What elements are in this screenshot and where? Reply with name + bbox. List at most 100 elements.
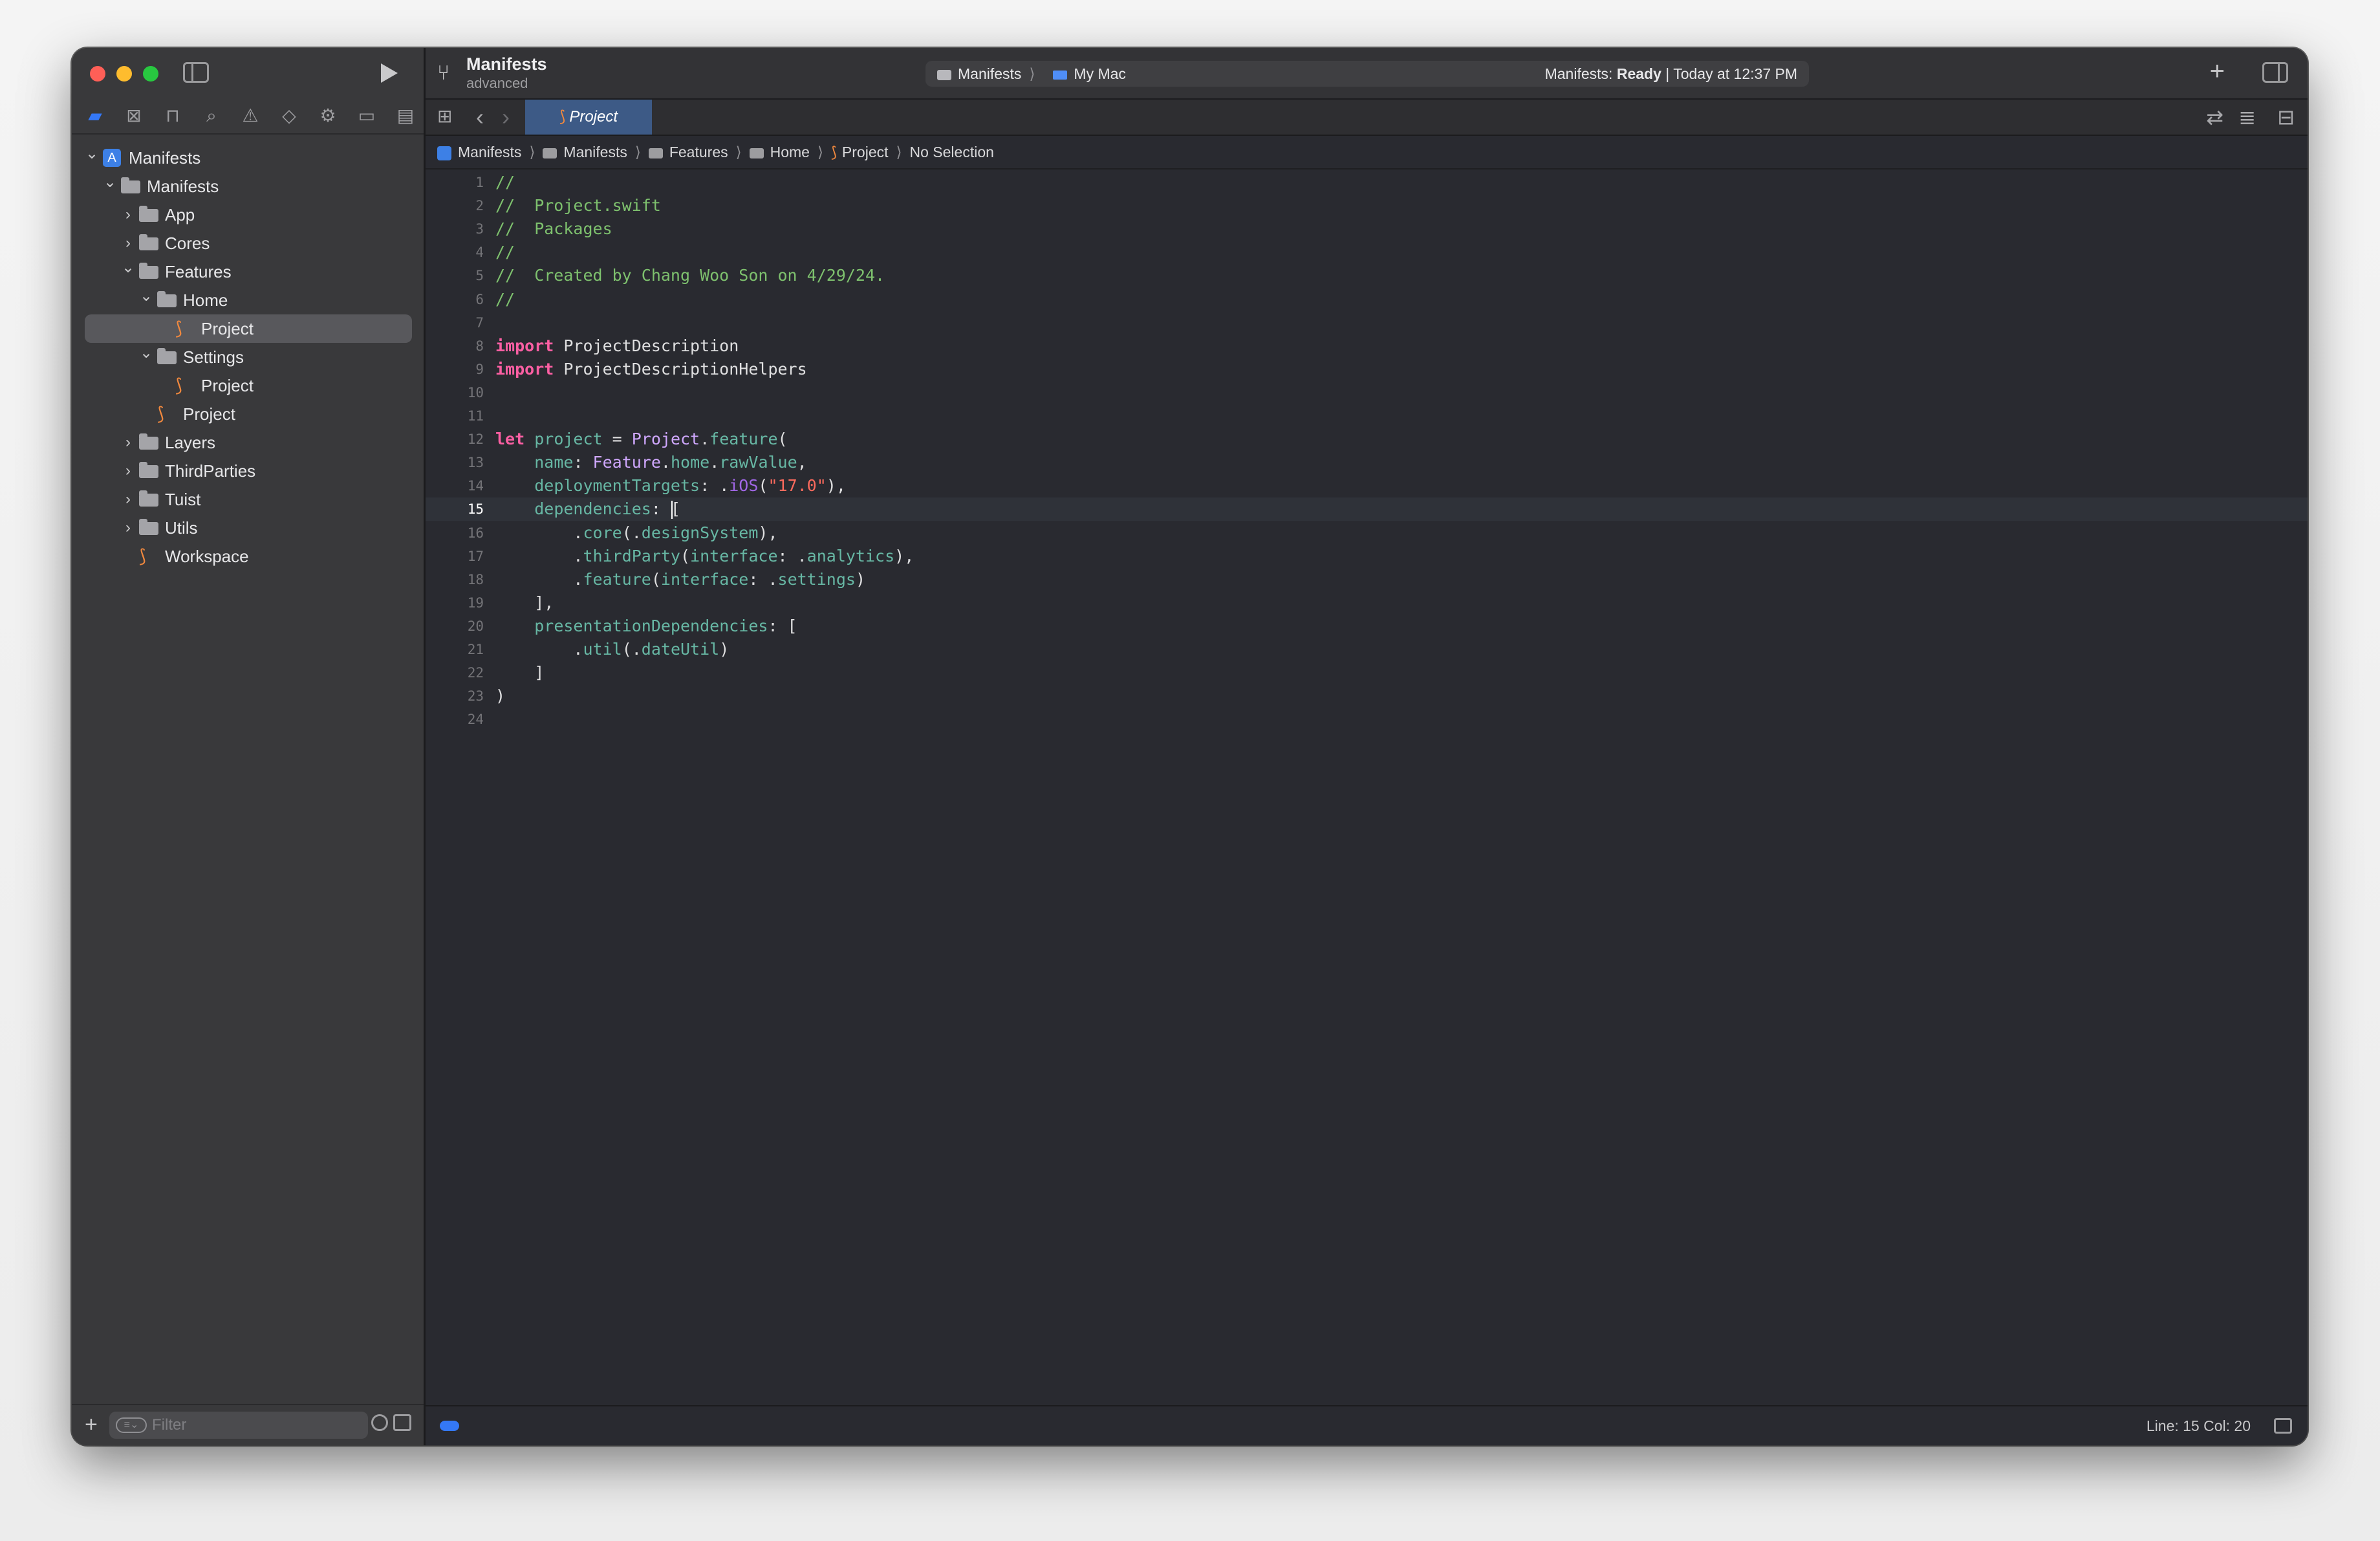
code-line[interactable]: 1 //	[426, 171, 2308, 194]
code-line[interactable]: 16 .core(.designSystem),	[426, 521, 2308, 545]
tree-row[interactable]: ⟆ Project	[85, 314, 412, 343]
chevron-right-icon[interactable]: ›	[121, 457, 135, 485]
code-line[interactable]: 15 dependencies: [	[426, 497, 2308, 521]
breadcrumb-item[interactable]: Manifests	[458, 144, 521, 160]
code-line[interactable]: 6 //	[426, 288, 2308, 311]
branch-name[interactable]: advanced	[466, 75, 528, 92]
line-number: 14	[467, 478, 484, 494]
scheme-destination-picker[interactable]: Manifests ⟩ My Mac	[937, 61, 1126, 87]
line-number: 19	[467, 595, 484, 611]
tree-row[interactable]: ⌄ Features	[72, 257, 424, 286]
add-icon[interactable]: +	[85, 1412, 98, 1437]
breadcrumb-item[interactable]: Features	[669, 144, 728, 160]
activity-view: Manifests ⟩ My Mac Manifests: Ready | Toda…	[925, 61, 1809, 87]
back-arrow-icon[interactable]: ‹	[476, 104, 484, 131]
minimize-button[interactable]	[116, 66, 132, 82]
code-review-icon[interactable]: ⇄	[2206, 105, 2223, 129]
code-line[interactable]: 9 import ProjectDescriptionHelpers	[426, 358, 2308, 381]
debug-navigator-icon[interactable]: ⚙	[316, 104, 340, 127]
tree-row-label: Cores	[165, 234, 210, 253]
code-line[interactable]: 4 //	[426, 241, 2308, 264]
code-token: ),	[758, 523, 778, 542]
close-button[interactable]	[90, 66, 105, 82]
tree-row[interactable]: ⟆ Project	[72, 371, 424, 400]
code-line[interactable]: 5 // Created by Chang Woo Son on 4/29/24.	[426, 264, 2308, 287]
find-navigator-icon[interactable]: ⌕	[200, 104, 223, 127]
code-token: core	[583, 523, 622, 542]
code-line[interactable]: 20 presentationDependencies: [	[426, 615, 2308, 638]
tree-row[interactable]: › Layers	[72, 428, 424, 457]
tree-row[interactable]: ⟆ Workspace	[72, 542, 424, 571]
breadcrumb-item[interactable]: No Selection	[910, 144, 994, 160]
code-text: //	[495, 241, 515, 264]
add-editor-icon[interactable]: ⊟	[2277, 105, 2295, 129]
breadcrumb-item[interactable]: Home	[770, 144, 810, 160]
tree-row[interactable]: ⌄ A Manifests	[72, 144, 424, 172]
code-line[interactable]: 14 deploymentTargets: .iOS("17.0"),	[426, 474, 2308, 497]
code-line[interactable]: 11	[426, 404, 2308, 428]
chevron-right-icon[interactable]: ›	[121, 485, 135, 514]
filter-field[interactable]: ≡⌄ Filter	[109, 1412, 368, 1439]
chevron-right-icon[interactable]: ›	[121, 201, 135, 229]
report-navigator-icon[interactable]: ▤	[394, 104, 417, 127]
activity-indicator	[440, 1421, 459, 1431]
tree-row[interactable]: ⌄ Settings	[72, 343, 424, 371]
test-navigator-icon[interactable]: ◇	[277, 104, 301, 127]
related-items-icon[interactable]: ⊞	[437, 107, 452, 126]
zoom-button[interactable]	[143, 66, 158, 82]
code-line[interactable]: 19 ],	[426, 591, 2308, 615]
project-icon: A	[103, 149, 121, 167]
code-line[interactable]: 24	[426, 708, 2308, 731]
editor-options-icon[interactable]: ≣	[2238, 105, 2256, 129]
code-line[interactable]: 17 .thirdParty(interface: .analytics),	[426, 545, 2308, 568]
tree-row[interactable]: › App	[72, 201, 424, 229]
recent-files-icon[interactable]	[371, 1414, 388, 1431]
code-line[interactable]: 2 // Project.swift	[426, 194, 2308, 217]
chevron-down-icon[interactable]: ⌄	[103, 168, 117, 197]
filter-options-icon[interactable]: ≡⌄	[116, 1417, 147, 1433]
issue-navigator-icon[interactable]: ⚠	[239, 104, 262, 127]
bookmark-navigator-icon[interactable]: ⊓	[161, 104, 184, 127]
chevron-right-icon[interactable]: ›	[121, 514, 135, 542]
run-button[interactable]	[381, 63, 398, 83]
code-line[interactable]: 3 // Packages	[426, 217, 2308, 241]
inspector-toggle-icon[interactable]	[2262, 62, 2288, 83]
tree-row[interactable]: ⌄ Manifests	[72, 172, 424, 201]
code-line[interactable]: 18 .feature(interface: .settings)	[426, 568, 2308, 591]
chevron-down-icon[interactable]: ⌄	[85, 140, 99, 168]
tree-row[interactable]: › Tuist	[72, 485, 424, 514]
debug-area-toggle-icon[interactable]	[2274, 1418, 2292, 1434]
source-control-navigator-icon[interactable]: ⊠	[122, 104, 146, 127]
forward-arrow-icon[interactable]: ›	[502, 104, 510, 131]
source-editor[interactable]: 1 // 2 // Project.swift 3 // Packages 4 // 5 // C…	[426, 171, 2308, 1405]
breadcrumb-item[interactable]: Project	[842, 144, 889, 160]
chevron-down-icon[interactable]: ⌄	[139, 282, 153, 311]
project-navigator-icon[interactable]: ▰	[83, 104, 107, 127]
mac-icon	[1053, 70, 1068, 80]
code-line[interactable]: 22 ]	[426, 661, 2308, 684]
chevron-down-icon[interactable]: ⌄	[121, 254, 135, 282]
tree-row[interactable]: ⌄ Home	[72, 286, 424, 314]
tree-row[interactable]: ⟆ Project	[72, 400, 424, 428]
code-line[interactable]: 10	[426, 381, 2308, 404]
project-name[interactable]: Manifests	[466, 54, 547, 74]
library-plus-icon[interactable]: +	[2210, 57, 2225, 86]
code-line[interactable]: 21 .util(.dateUtil)	[426, 638, 2308, 661]
breakpoint-navigator-icon[interactable]: ▭	[355, 104, 378, 127]
tab-project[interactable]: ⟆ Project	[525, 100, 652, 135]
code-token: deploymentTargets	[534, 476, 700, 496]
code-line[interactable]: 23)	[426, 684, 2308, 708]
chevron-down-icon[interactable]: ⌄	[139, 339, 153, 367]
code-token: //	[495, 173, 515, 191]
tree-row[interactable]: › ThirdParties	[72, 457, 424, 485]
code-line[interactable]: 7	[426, 311, 2308, 334]
code-line[interactable]: 8 import ProjectDescription	[426, 334, 2308, 358]
chevron-right-icon[interactable]: ›	[121, 428, 135, 457]
breadcrumb-item[interactable]: Manifests	[563, 144, 627, 160]
source-control-filter-icon[interactable]	[393, 1414, 411, 1431]
code-line[interactable]: 13 name: Feature.home.rawValue,	[426, 451, 2308, 474]
tree-row[interactable]: › Utils	[72, 514, 424, 542]
code-line[interactable]: 12 let project = Project.feature(	[426, 428, 2308, 451]
sidebar-toggle-icon[interactable]	[183, 62, 209, 83]
